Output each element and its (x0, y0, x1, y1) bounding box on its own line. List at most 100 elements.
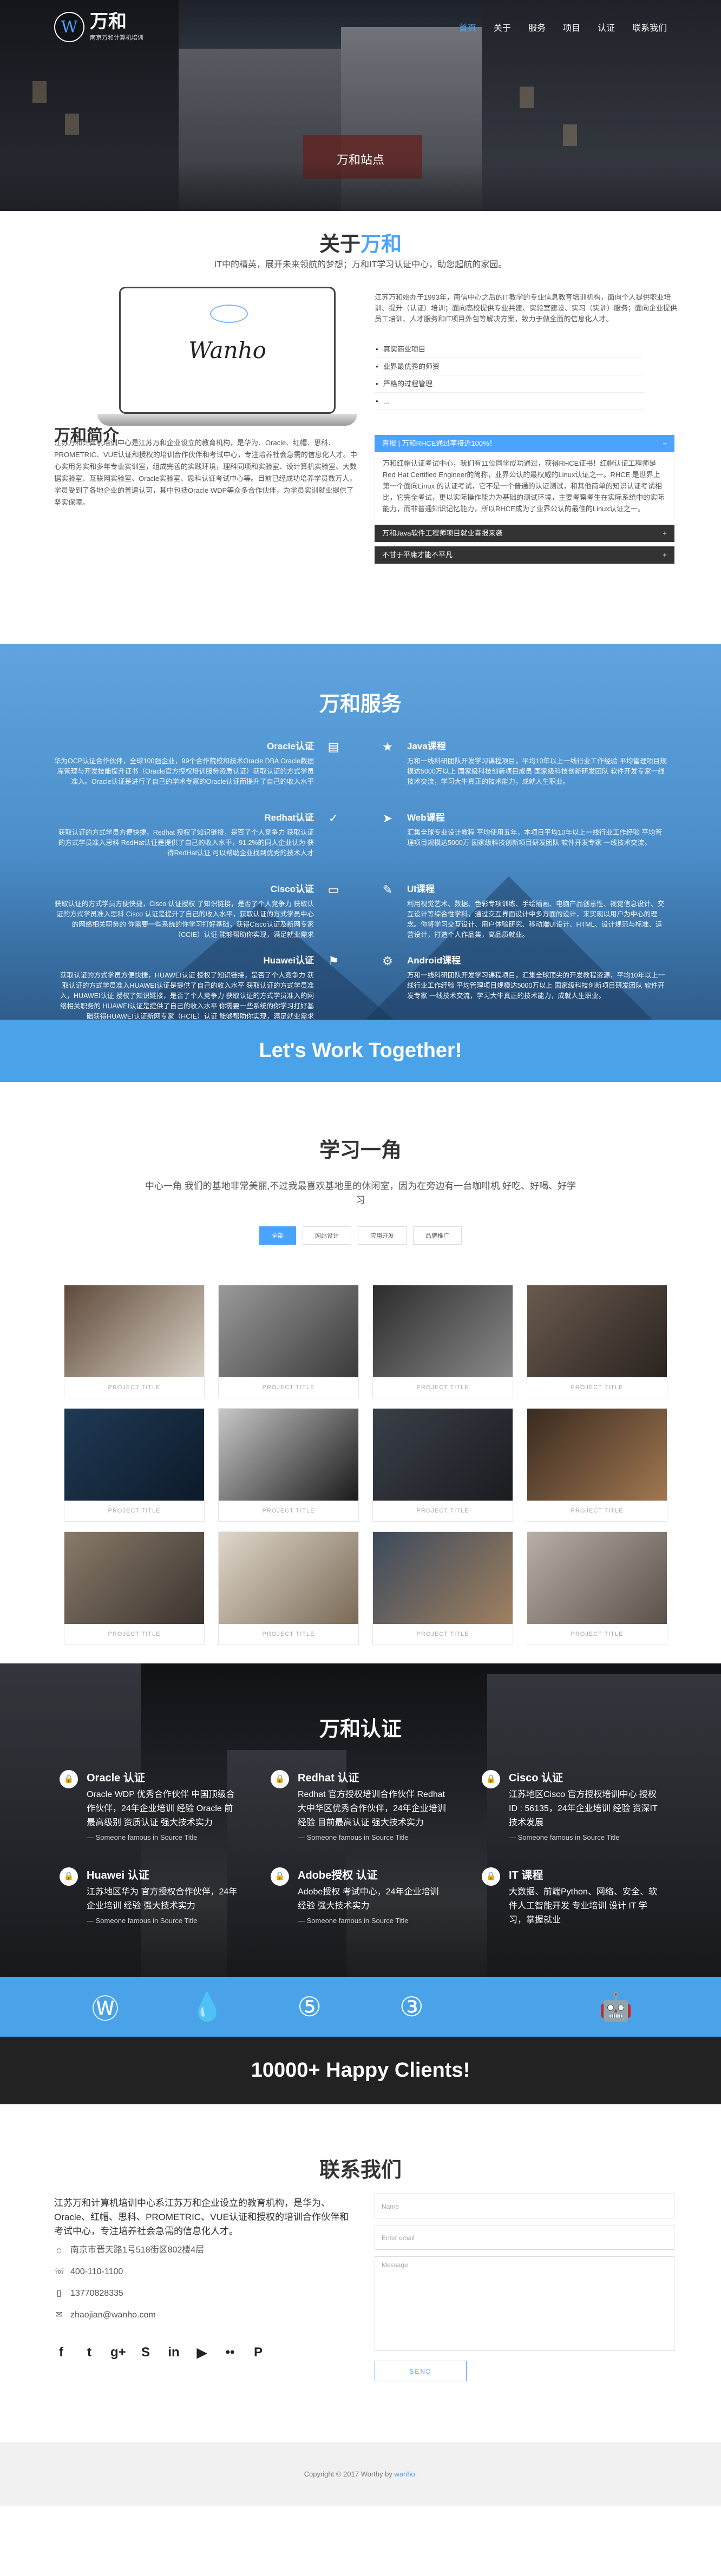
portfolio-caption: PROJECT TITLE (262, 1631, 315, 1637)
logo[interactable]: W 万和 南京万和计算机培训 (54, 12, 143, 42)
portfolio-image (373, 1532, 513, 1624)
contact-title: 联系我们 (319, 2159, 402, 2182)
gear-icon: ⚙ (382, 954, 393, 968)
linkedin-icon[interactable]: in (167, 2345, 181, 2361)
about-lead: IT中的精英，展开未来领航的梦想；万和IT学习认证中心，助您起航的家园。 (214, 260, 507, 269)
portfolio-tile[interactable]: PROJECT TITLE (64, 1408, 205, 1522)
drupal-icon: 💧 (190, 1991, 225, 2022)
nav-item-projects[interactable]: 项目 (563, 21, 580, 34)
cert-name: Huawei 认证 (87, 1870, 149, 1881)
footer-link[interactable]: wanho. (394, 2470, 417, 2478)
portfolio-filters: 全部 网站设计 应用开发 品牌推广 (0, 1226, 721, 1245)
expand-icon: + (663, 529, 667, 537)
hero-caption: 万和站点 (336, 153, 384, 167)
nav-item-contact[interactable]: 联系我们 (632, 21, 667, 34)
filter-branding[interactable]: 品牌推广 (413, 1226, 462, 1245)
cert-source: — Someone famous in Source Title (87, 1917, 198, 1925)
portfolio-grid: PROJECT TITLE PROJECT TITLE PROJECT TITLE P… (64, 1285, 667, 1645)
filter-web-design[interactable]: 网站设计 (303, 1226, 351, 1245)
nav-item-services[interactable]: 服务 (528, 21, 546, 34)
service-item: ⚙ Android课程 万和一线科研团队开发学习课程项目，汇集全球顶尖的开发教程… (375, 953, 667, 1024)
flickr-icon[interactable]: •• (223, 2345, 237, 2361)
facebook-icon[interactable]: f (54, 2345, 68, 2361)
message-textarea[interactable]: Message (375, 2256, 674, 2351)
service-name: Web课程 (407, 813, 445, 823)
html5-icon: ⑤ (297, 1992, 322, 2022)
portfolio-image (219, 1409, 358, 1501)
about-title-prefix: 关于 (319, 233, 360, 256)
youtube-icon[interactable]: ▶ (195, 2345, 209, 2361)
desktop-icon: ▭ (327, 883, 339, 896)
portfolio-caption: PROJECT TITLE (262, 1384, 315, 1391)
portfolio-tile[interactable]: PROJECT TITLE (64, 1531, 205, 1645)
accordion-header[interactable]: 万和Java软件工程师项目就业喜报来袭 + (375, 525, 674, 542)
portfolio-image (527, 1409, 667, 1501)
service-name: Oracle认证 (267, 741, 314, 751)
service-item: ✓ Redhat认证 获取认证的方式学员方便快捷，Redhat 授权了知识链接，… (54, 810, 346, 881)
accordion-item: 不甘于平庸才能不平凡 + (375, 546, 674, 564)
main-menu: 首页 关于 服务 项目 认证 联系我们 (459, 21, 667, 34)
twitter-icon[interactable]: t (82, 2345, 96, 2361)
laptop-illustration: Wanho (97, 287, 357, 433)
name-input[interactable]: Name (375, 2194, 674, 2218)
google-plus-icon[interactable]: g+ (110, 2345, 126, 2361)
service-desc: 万和一线科研团队开发学习课程项目，平均10年以上一线行业工作经验 平均管理项目规… (407, 757, 667, 785)
portfolio-tile[interactable]: PROJECT TITLE (372, 1408, 513, 1522)
cta-banner[interactable]: Let's Work Together! (0, 1020, 721, 1082)
flag-icon: ⚑ (328, 954, 339, 968)
portfolio-tile[interactable]: PROJECT TITLE (527, 1531, 667, 1645)
service-name: Java课程 (407, 741, 446, 751)
lock-icon: 🔒 (60, 1867, 78, 1886)
cert-item: 🔒 Adobe授权 认证 Adobe授权 考试中心，24年企业培训 经验 强大技… (271, 1866, 449, 1925)
portfolio-tile[interactable]: PROJECT TITLE (372, 1285, 513, 1398)
cert-text: Oracle WDP 优秀合作伙伴 中国顶级合作伙伴，24年企业培训 经验 Or… (87, 1790, 235, 1827)
portfolio-tile[interactable]: PROJECT TITLE (218, 1531, 359, 1645)
address-text: 南京市晋天路1号518街区802楼4层 (70, 2245, 205, 2255)
skype-icon[interactable]: S (139, 2345, 153, 2361)
css3-icon: ③ (399, 1992, 424, 2022)
accordion-item: 万和Java软件工程师项目就业喜报来袭 + (375, 525, 674, 542)
accordion-header[interactable]: 喜报 | 万和RHCE通过率接近100%！ − (375, 435, 674, 452)
portfolio-caption: PROJECT TITLE (571, 1384, 624, 1391)
feature-item: 严格的过程管理 (375, 375, 645, 393)
portfolio-tile[interactable]: PROJECT TITLE (218, 1285, 359, 1398)
email-item: ✉ zhaojian@wanho.com (54, 2304, 204, 2326)
portfolio-tile[interactable]: PROJECT TITLE (372, 1531, 513, 1645)
filter-app-dev[interactable]: 应用开发 (358, 1226, 407, 1245)
mobile-text: 13770828335 (70, 2289, 123, 2298)
phone-text: 400-110-1100 (70, 2267, 123, 2276)
feature-item: 业界最优秀的师资 (375, 358, 645, 375)
portfolio-image (527, 1285, 667, 1377)
lock-icon: 🔒 (482, 1867, 500, 1886)
portfolio-tile[interactable]: PROJECT TITLE (64, 1285, 205, 1398)
accordion-title: 万和Java软件工程师项目就业喜报来袭 (382, 529, 503, 537)
logo-title: 万和 (90, 11, 127, 32)
top-nav: W 万和 南京万和计算机培训 首页 关于 服务 项目 认证 联系我们 (0, 0, 721, 54)
accordion-title: 不甘于平庸才能不平凡 (382, 551, 453, 559)
email-text[interactable]: zhaojian@wanho.com (70, 2304, 156, 2326)
send-button[interactable]: SEND (375, 2361, 467, 2381)
portfolio-tile[interactable]: PROJECT TITLE (527, 1285, 667, 1398)
accordion-title: 喜报 | 万和RHCE通过率接近100%！ (382, 439, 496, 447)
portfolio-image (527, 1532, 667, 1624)
portfolio-image (219, 1532, 358, 1624)
email-input[interactable]: Enter email (375, 2225, 674, 2250)
portfolio-caption: PROJECT TITLE (262, 1508, 315, 1514)
service-desc: 万和一线科研团队开发学习课程项目，汇集全球顶尖的开发教程资源，平均10年以上一线… (407, 972, 665, 1000)
services-title: 万和服务 (319, 693, 402, 716)
cert-name: Cisco 认证 (509, 1772, 563, 1784)
feature-item: ... (375, 393, 645, 410)
portfolio-tile[interactable]: PROJECT TITLE (527, 1408, 667, 1522)
nav-item-home[interactable]: 首页 (459, 21, 476, 34)
filter-all[interactable]: 全部 (259, 1226, 296, 1245)
nav-item-certification[interactable]: 认证 (598, 21, 615, 34)
pinterest-icon[interactable]: P (251, 2345, 265, 2361)
send-icon: ➤ (382, 811, 393, 825)
contact-section: 联系我们 江苏万和计算机培训中心系江苏万和企业设立的教育机构，是华为、Oracl… (0, 2104, 721, 2442)
expand-icon: + (663, 551, 667, 559)
accordion-header[interactable]: 不甘于平庸才能不平凡 + (375, 546, 674, 564)
brand-strip: Ⓦ 💧 ⑤ ③ 🤖 (0, 1977, 721, 2037)
nav-item-about[interactable]: 关于 (494, 21, 511, 34)
about-description: 江苏万和始办于1993年，南信中心之后的IT教学的专业信息教育培训机构，面向个人… (375, 293, 678, 323)
portfolio-tile[interactable]: PROJECT TITLE (218, 1408, 359, 1522)
